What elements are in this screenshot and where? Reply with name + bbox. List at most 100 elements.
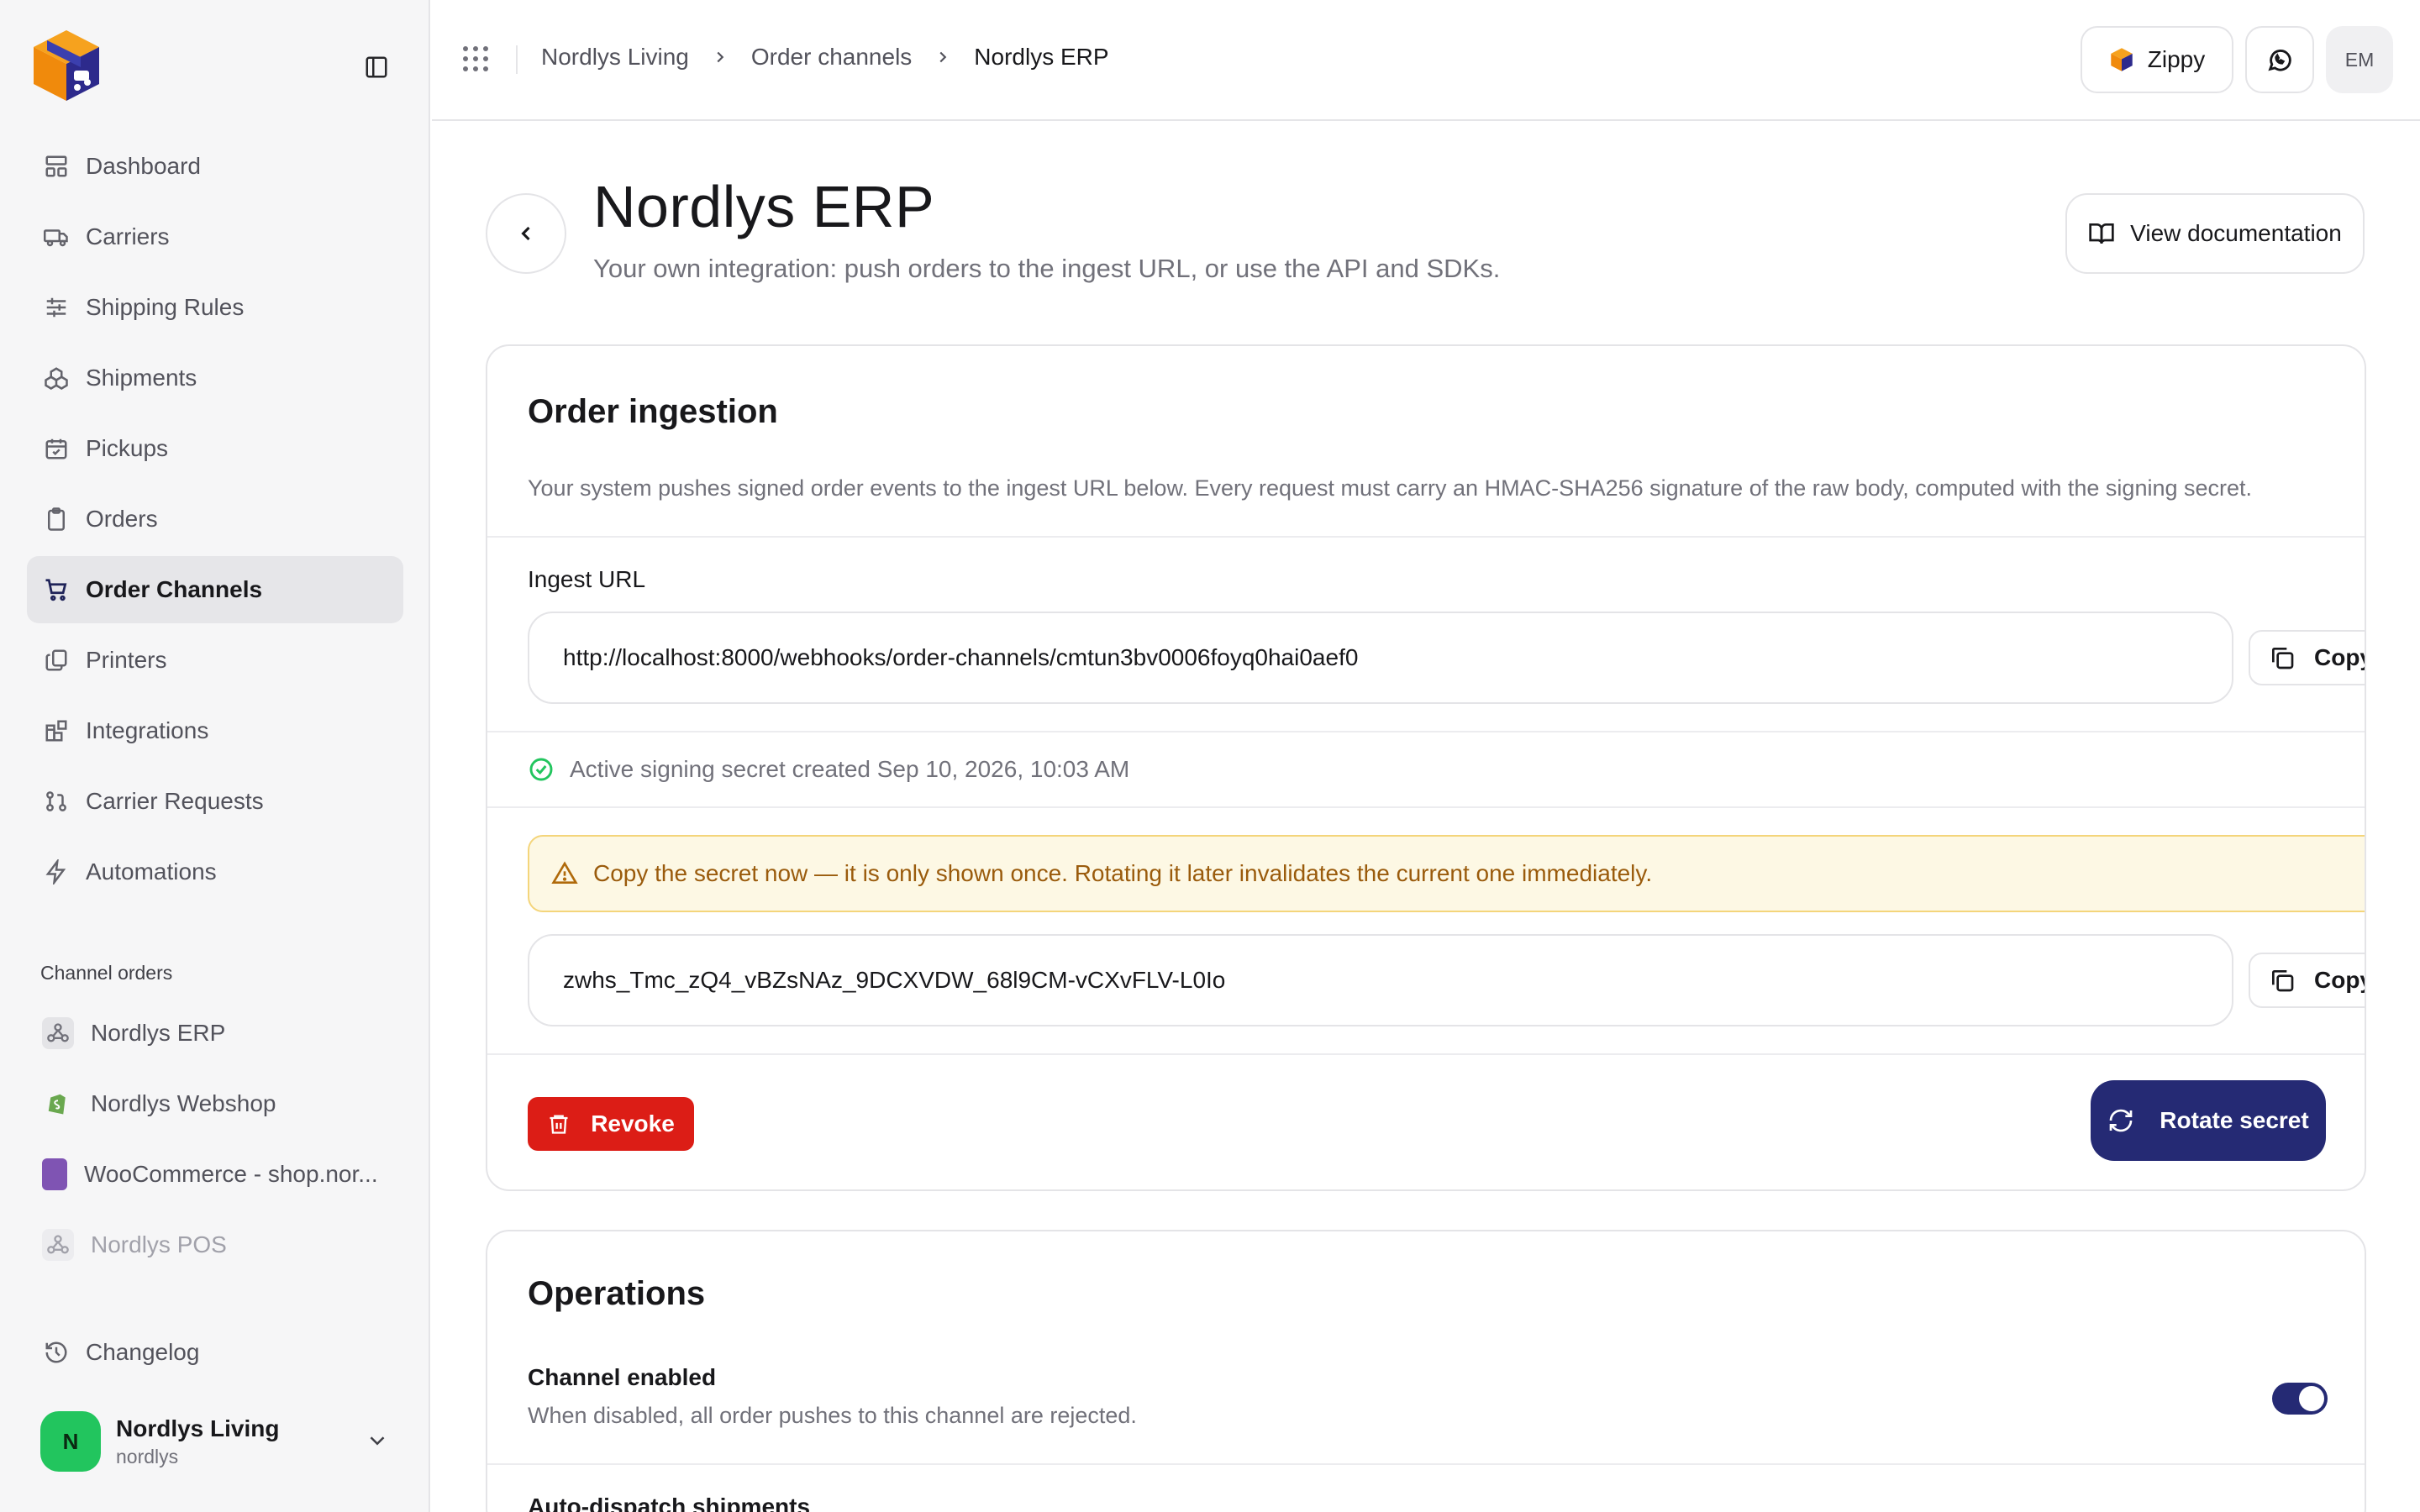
page-title: Nordlys ERP bbox=[593, 174, 935, 239]
channel-item-nordlys-webshop[interactable]: Nordlys Webshop bbox=[27, 1070, 403, 1137]
sidebar-item-shipments[interactable]: Shipments bbox=[27, 344, 403, 412]
sidebar-item-label: Carriers bbox=[86, 223, 170, 249]
view-documentation-label: View documentation bbox=[2130, 220, 2342, 246]
chevron-down-icon bbox=[365, 1428, 390, 1453]
zippy-label: Zippy bbox=[2147, 46, 2206, 72]
breadcrumb-item-current: Nordlys ERP bbox=[974, 44, 1109, 70]
sidebar-item-label: Pickups bbox=[86, 435, 169, 461]
topbar-divider bbox=[516, 45, 518, 74]
woocommerce-icon bbox=[42, 1158, 67, 1190]
channel-enabled-label: Channel enabled bbox=[528, 1364, 717, 1390]
app-logo[interactable] bbox=[29, 27, 104, 104]
operations-card: Operations Channel enabled When disabled… bbox=[486, 1230, 2366, 1512]
zap-icon bbox=[42, 858, 71, 886]
back-button[interactable] bbox=[486, 193, 566, 274]
sidebar-item-label: Changelog bbox=[86, 1339, 200, 1365]
sidebar-item-label: Shipping Rules bbox=[86, 294, 245, 320]
apps-grid-icon[interactable] bbox=[460, 44, 491, 74]
sidebar-item-shipping-rules[interactable]: Shipping Rules bbox=[27, 274, 403, 341]
boxes-icon bbox=[42, 364, 71, 392]
clipboard-icon bbox=[42, 505, 71, 533]
webhook-icon bbox=[42, 1229, 74, 1261]
chat-button[interactable] bbox=[2245, 26, 2314, 93]
trash-icon bbox=[547, 1112, 571, 1136]
view-documentation-button[interactable]: View documentation bbox=[2065, 193, 2365, 274]
shopify-icon bbox=[42, 1088, 74, 1120]
chevron-left-icon bbox=[514, 222, 538, 245]
card-description: Your system pushes signed order events t… bbox=[528, 475, 2253, 501]
secret-status-text: Active signing secret created Sep 10, 20… bbox=[570, 756, 1130, 782]
org-avatar: N bbox=[40, 1411, 101, 1472]
history-icon bbox=[42, 1338, 71, 1367]
divider bbox=[487, 806, 2365, 808]
sidebar-item-label: Carrier Requests bbox=[86, 788, 264, 814]
sidebar-item-label: Automations bbox=[86, 858, 217, 885]
sliders-icon bbox=[42, 293, 71, 322]
sidebar-toggle-button[interactable] bbox=[360, 52, 393, 82]
breadcrumb: Nordlys Living Order channels Nordlys ER… bbox=[541, 44, 1109, 71]
breadcrumb-item-order-channels[interactable]: Order channels bbox=[751, 44, 912, 71]
org-name: Nordlys Living bbox=[116, 1415, 280, 1441]
copy-url-button[interactable]: Copy bbox=[2249, 630, 2365, 685]
user-avatar[interactable]: EM bbox=[2326, 26, 2393, 93]
cart-icon bbox=[42, 575, 71, 604]
sidebar-item-pickups[interactable]: Pickups bbox=[27, 415, 403, 482]
sidebar-item-order-channels[interactable]: Order Channels bbox=[27, 556, 403, 623]
page-subtitle: Your own integration: push orders to the… bbox=[593, 254, 1501, 283]
copy-icon bbox=[2269, 644, 2296, 671]
sidebar-item-carriers[interactable]: Carriers bbox=[27, 203, 403, 270]
channel-item-label: Nordlys POS bbox=[91, 1231, 227, 1257]
divider bbox=[487, 536, 2365, 538]
sidebar: Dashboard Carriers Shipping Rules Shipme… bbox=[0, 0, 430, 1512]
blocks-icon bbox=[42, 717, 71, 745]
sidebar-item-automations[interactable]: Automations bbox=[27, 838, 403, 906]
chevron-right-icon bbox=[711, 48, 729, 66]
divider bbox=[487, 731, 2365, 732]
rotate-secret-label: Rotate secret bbox=[2160, 1107, 2309, 1133]
calendar-check-icon bbox=[42, 434, 71, 463]
ingest-url-field[interactable]: http://localhost:8000/webhooks/order-cha… bbox=[528, 612, 2233, 704]
ingest-url-label: Ingest URL bbox=[528, 566, 646, 592]
toggle-knob bbox=[2299, 1386, 2324, 1411]
git-pull-request-icon bbox=[42, 787, 71, 816]
copy-secret-button[interactable]: Copy bbox=[2249, 953, 2365, 1008]
secret-status: Active signing secret created Sep 10, 20… bbox=[528, 756, 1129, 783]
webhook-icon bbox=[42, 1017, 74, 1049]
refresh-icon bbox=[2107, 1107, 2134, 1134]
rotate-secret-button[interactable]: Rotate secret bbox=[2091, 1080, 2326, 1161]
divider bbox=[487, 1053, 2365, 1055]
org-switcher[interactable]: N Nordlys Living nordlys bbox=[27, 1403, 403, 1480]
revoke-button[interactable]: Revoke bbox=[528, 1097, 694, 1151]
check-circle-icon bbox=[528, 756, 555, 783]
truck-icon bbox=[42, 223, 71, 251]
sidebar-item-label: Shipments bbox=[86, 365, 197, 391]
sidebar-item-label: Printers bbox=[86, 647, 167, 673]
channel-item-nordlys-pos[interactable]: Nordlys POS bbox=[27, 1211, 403, 1278]
channel-item-label: WooCommerce - shop.nor... bbox=[84, 1161, 378, 1187]
sidebar-item-integrations[interactable]: Integrations bbox=[27, 697, 403, 764]
message-circle-icon bbox=[2265, 45, 2294, 74]
copy-icon bbox=[2269, 967, 2296, 994]
channel-enabled-toggle[interactable] bbox=[2272, 1383, 2328, 1415]
breadcrumb-item-org[interactable]: Nordlys Living bbox=[541, 44, 689, 71]
zippy-button[interactable]: Zippy bbox=[2081, 26, 2233, 93]
channel-enabled-description: When disabled, all order pushes to this … bbox=[528, 1403, 1137, 1428]
copy-label: Copy bbox=[2314, 644, 2365, 670]
secret-warning-banner: Copy the secret now — it is only shown o… bbox=[528, 835, 2365, 912]
sidebar-item-carrier-requests[interactable]: Carrier Requests bbox=[27, 768, 403, 835]
sidebar-item-label: Order Channels bbox=[86, 576, 263, 602]
sidebar-item-dashboard[interactable]: Dashboard bbox=[27, 133, 403, 200]
zippy-logo-icon bbox=[2109, 47, 2134, 72]
card-title: Operations bbox=[528, 1275, 706, 1312]
sidebar-item-printers[interactable]: Printers bbox=[27, 627, 403, 694]
signing-secret-field[interactable]: zwhs_Tmc_zQ4_vBZsNAz_9DCXVDW_68l9CM-vCXv… bbox=[528, 934, 2233, 1026]
sidebar-item-label: Orders bbox=[86, 506, 158, 532]
sidebar-item-orders[interactable]: Orders bbox=[27, 486, 403, 553]
order-ingestion-card: Order ingestion Your system pushes signe… bbox=[486, 344, 2366, 1191]
book-open-icon bbox=[2088, 220, 2115, 247]
copy-label: Copy bbox=[2314, 967, 2365, 993]
channel-item-nordlys-erp[interactable]: Nordlys ERP bbox=[27, 1000, 403, 1067]
sidebar-item-changelog[interactable]: Changelog bbox=[27, 1319, 403, 1386]
org-slug: nordlys bbox=[116, 1445, 179, 1467]
channel-item-woocommerce[interactable]: WooCommerce - shop.nor... bbox=[27, 1141, 403, 1208]
